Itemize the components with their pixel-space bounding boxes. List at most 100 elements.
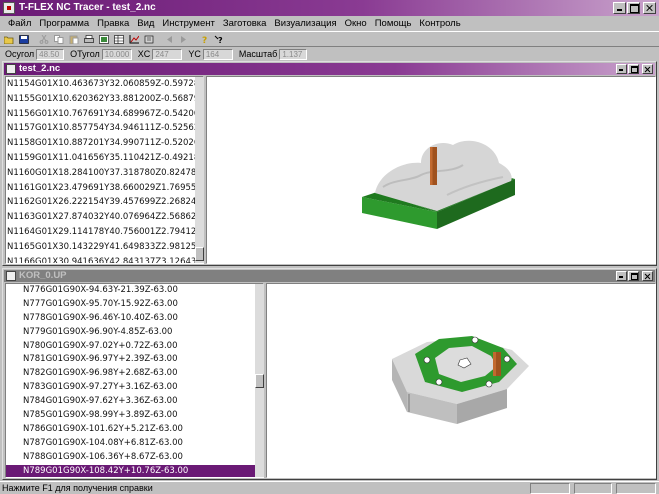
nc-code-line[interactable]: N1158G01X10.887201Y34.990711Z-0.520260 [6, 136, 203, 151]
step-forward-button[interactable] [177, 33, 191, 46]
cut-button[interactable] [37, 33, 51, 46]
info-button[interactable]: ? [197, 33, 211, 46]
view-icon [99, 34, 109, 44]
nc-code-pane[interactable]: N1154G01X10.463673Y32.060859Z-0.597282 N1… [5, 76, 204, 264]
menu-program[interactable]: Программа [35, 18, 93, 29]
child-minimize-button[interactable] [616, 64, 627, 74]
app-titlebar[interactable]: T-FLEX NC Tracer - test_2.nc [0, 0, 659, 16]
save-icon [19, 34, 29, 44]
up-code-line[interactable]: N784G01G90X-97.62Y+3.36Z-63.00 [6, 395, 263, 409]
open-icon [4, 36, 14, 44]
nc-code-line[interactable]: N1163G01X27.874032Y40.076964Z2.568626 [6, 210, 203, 225]
status-panel [616, 483, 656, 494]
nc-code-line[interactable]: N1157G01X10.857754Y34.946111Z-0.525622 [6, 121, 203, 136]
nc-program-window[interactable]: test_2.nc N1154G01X10.463673Y32.060859Z-… [2, 61, 657, 266]
xc-label: XC [137, 49, 151, 59]
table-button[interactable] [112, 33, 126, 46]
child-minimize-button[interactable] [616, 271, 627, 281]
ot-angle-label: ОТугол [70, 49, 100, 59]
child-close-button[interactable] [642, 64, 653, 74]
up-code-scroll-thumb[interactable] [255, 374, 264, 388]
minimize-button[interactable] [613, 2, 626, 14]
menu-workpiece[interactable]: Заготовка [219, 18, 271, 29]
paste-button[interactable] [67, 33, 81, 46]
bolt-hole [423, 356, 431, 364]
view-button[interactable] [97, 33, 111, 46]
menu-file[interactable]: Файл [4, 18, 35, 29]
status-panel [574, 483, 612, 494]
print-icon [84, 34, 94, 43]
save-button[interactable] [17, 33, 31, 46]
ox-angle-label: Осугол [5, 49, 35, 59]
up-code-line[interactable]: N786G01G90X-101.62Y+5.21Z-63.00 [6, 423, 263, 437]
up-code-line[interactable]: N781G01G90X-96.97Y+2.39Z-63.00 [6, 353, 263, 367]
nc-code-line[interactable]: N1161G01X23.479691Y38.660029Z1.769552 [6, 181, 203, 196]
table-icon [114, 34, 124, 44]
nc-code-line[interactable]: N1165G01X30.143229Y41.649833Z2.981252 [6, 240, 203, 255]
up-code-line[interactable]: N788G01G90X-106.36Y+8.67Z-63.00 [6, 451, 263, 465]
scale-field[interactable]: 1.137 [279, 48, 308, 60]
nc-code-line[interactable]: N1166G01X30.941636Y42.843137Z3.126430 [6, 255, 203, 263]
nc-code-line[interactable]: N1164G01X29.114178Y40.756001Z2.794129 [6, 225, 203, 240]
ot-angle-field[interactable]: 10.000 [101, 48, 132, 60]
menu-edit[interactable]: Правка [93, 18, 133, 29]
menu-window[interactable]: Окно [341, 18, 371, 29]
print-button[interactable] [82, 33, 96, 46]
up-code-line[interactable]: N777G01G90X-95.70Y-15.92Z-63.00 [6, 298, 263, 312]
child-maximize-button[interactable] [628, 271, 639, 281]
up-code-line[interactable]: N776G01G90X-94.63Y-21.39Z-63.00 [6, 284, 263, 298]
arrow-right-icon [181, 35, 186, 43]
nc-code-line[interactable]: N1159G01X11.041656Y35.110421Z-0.492189 [6, 151, 203, 166]
nc-code-list[interactable]: N1154G01X10.463673Y32.060859Z-0.597282 N1… [6, 77, 203, 263]
graph-button[interactable] [127, 33, 141, 46]
nc-program-window-title: test_2.nc [19, 63, 61, 74]
up-code-list[interactable]: N776G01G90X-94.63Y-21.39Z-63.00 N777G01G9… [6, 284, 263, 477]
menu-view[interactable]: Вид [133, 18, 158, 29]
ox-angle-field[interactable]: 48.50 [36, 48, 65, 60]
up-code-pane[interactable]: N776G01G90X-94.63Y-21.39Z-63.00 N777G01G9… [5, 283, 264, 478]
xc-field[interactable]: 247 [152, 48, 183, 60]
nc-code-line[interactable]: N1155G01X10.620362Y33.881200Z-0.568792 [6, 92, 203, 107]
menu-tool[interactable]: Инструмент [158, 18, 218, 29]
view-parameters-bar: Осугол 48.50 ОТугол 10.000 XC 247 YC 164… [0, 48, 659, 60]
help-button[interactable]: ? [212, 33, 226, 46]
nc-code-line[interactable]: N1156G01X10.767691Y34.689967Z-0.542000 [6, 107, 203, 122]
up-code-line[interactable]: N787G01G90X-104.08Y+6.81Z-63.00 [6, 437, 263, 451]
up-program-window[interactable]: KOR_0.UP N776G01G90X-94.63Y-21.39Z-63.00… [2, 268, 657, 480]
up-program-window-caption[interactable]: KOR_0.UP [4, 270, 655, 282]
app-icon[interactable] [3, 2, 15, 14]
child-close-button[interactable] [642, 271, 653, 281]
help-icon: ? [214, 35, 223, 44]
up-code-scrollbar[interactable] [255, 284, 264, 477]
scale-label: Масштаб [238, 49, 278, 59]
up-code-line[interactable]: N783G01G90X-97.27Y+3.16Z-63.00 [6, 381, 263, 395]
up-code-line[interactable]: N780G01G90X-97.02Y+0.72Z-63.00 [6, 340, 263, 354]
up-code-line-selected[interactable]: N789G01G90X-108.42Y+10.76Z-63.00 [6, 464, 263, 477]
up-code-line[interactable]: N785G01G90X-98.99Y+3.89Z-63.00 [6, 409, 263, 423]
up-code-line[interactable]: N779G01G90X-96.90Y-4.85Z-63.00 [6, 326, 263, 340]
nc-code-line[interactable]: N1160G01X18.284100Y37.318780Z0.824789 [6, 166, 203, 181]
step-back-button[interactable] [162, 33, 176, 46]
maximize-button[interactable] [627, 2, 640, 14]
yc-field[interactable]: 164 [202, 48, 233, 60]
simulation-view-1[interactable] [206, 76, 656, 264]
menu-help[interactable]: Помощь [371, 18, 416, 29]
up-code-line[interactable]: N782G01G90X-96.98Y+2.68Z-63.00 [6, 367, 263, 381]
svg-text:?: ? [218, 36, 223, 44]
copy-button[interactable] [52, 33, 66, 46]
open-button[interactable] [2, 33, 16, 46]
menu-control[interactable]: Контроль [415, 18, 464, 29]
nc-code-scrollbar[interactable] [195, 77, 204, 263]
nc-code-scroll-thumb[interactable] [195, 247, 204, 261]
up-code-line[interactable]: N778G01G90X-96.46Y-10.40Z-63.00 [6, 312, 263, 326]
status-text: Нажмите F1 для получения справки [2, 483, 153, 493]
child-maximize-button[interactable] [628, 64, 639, 74]
nc-program-window-caption[interactable]: test_2.nc [4, 63, 655, 75]
simulation-view-2[interactable] [266, 283, 656, 478]
status-panel [530, 483, 570, 494]
close-button[interactable] [643, 2, 656, 14]
nc-code-line[interactable]: N1162G01X26.222154Y39.457699Z2.268242 [6, 195, 203, 210]
nc-code-line[interactable]: N1154G01X10.463673Y32.060859Z-0.597282 [6, 77, 203, 92]
settings-button[interactable] [142, 33, 156, 46]
menu-visualization[interactable]: Визуализация [270, 18, 340, 29]
